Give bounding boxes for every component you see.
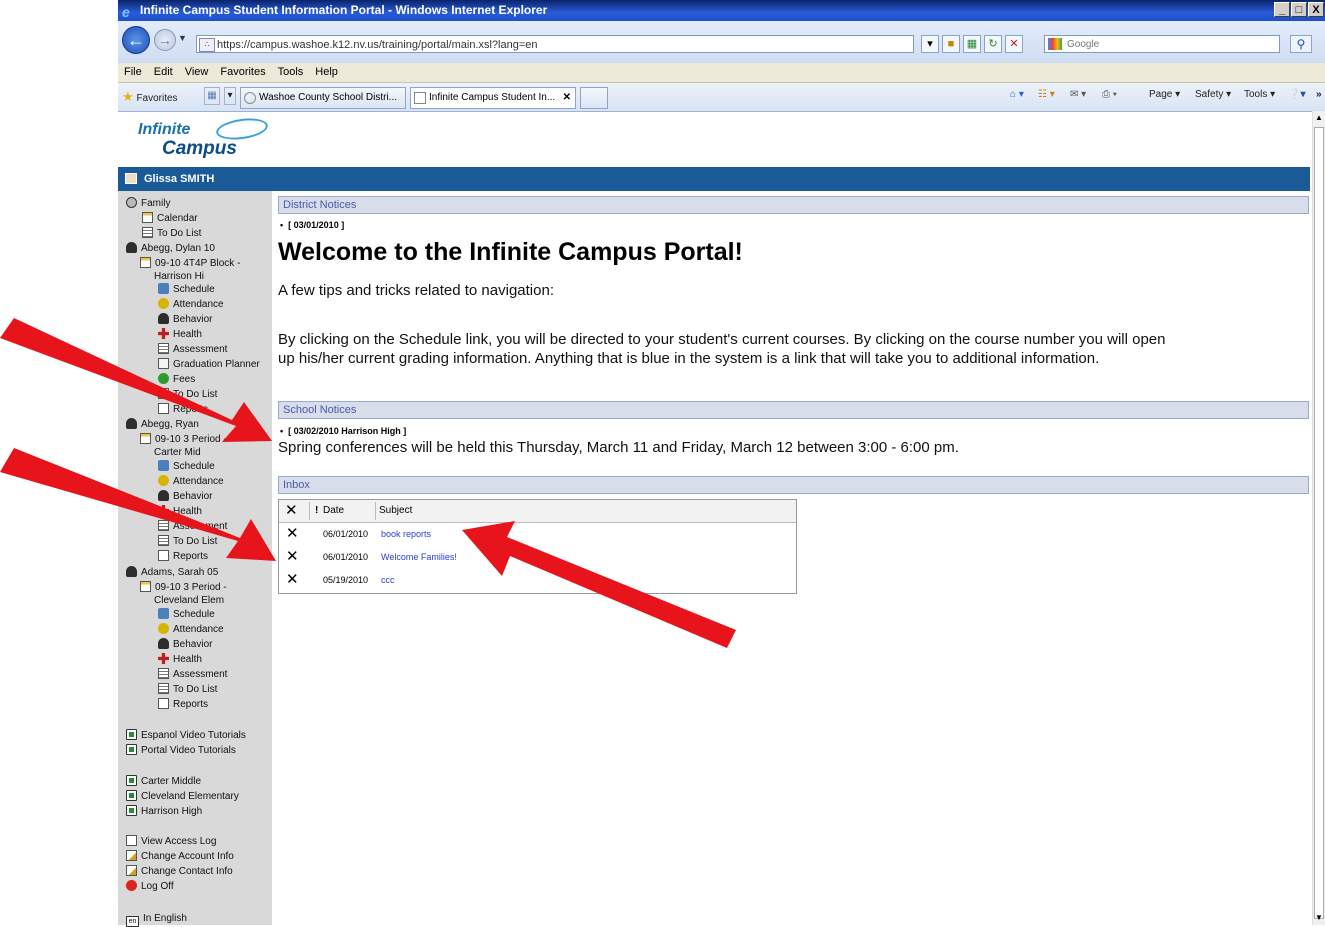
red-arrow-icon [0,448,276,561]
red-arrow-icon [462,521,736,648]
red-arrow-icon [0,318,272,442]
annotation-arrows [0,318,736,648]
